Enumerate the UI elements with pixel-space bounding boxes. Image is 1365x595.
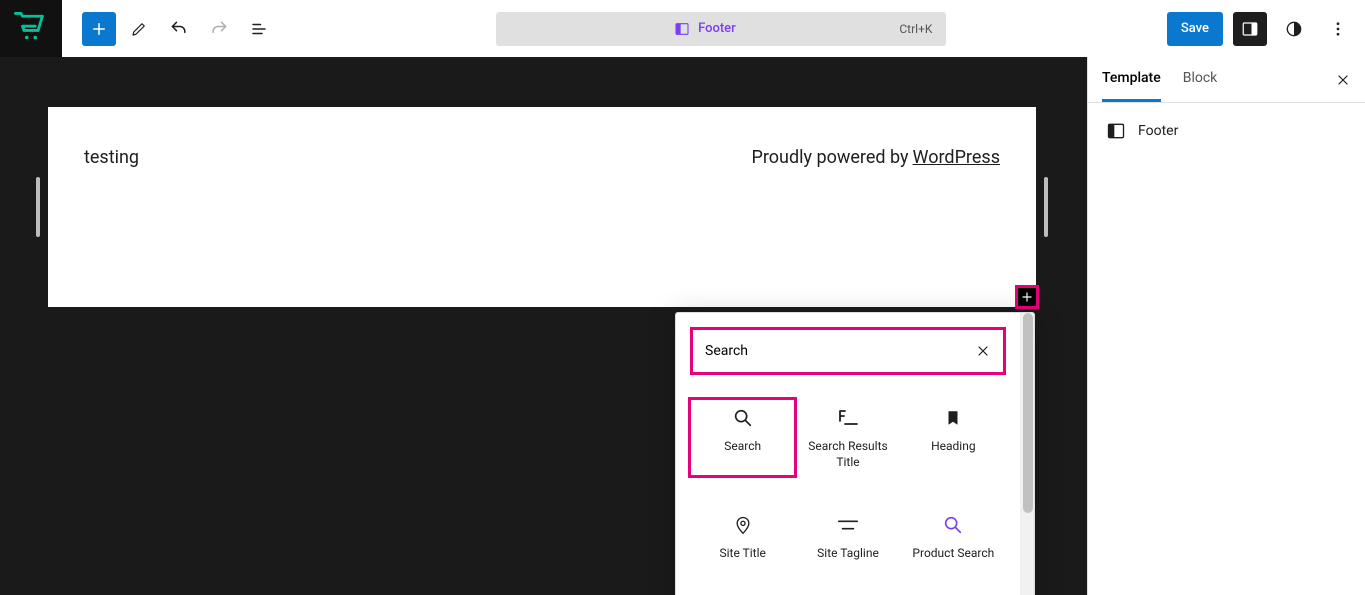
tab-template[interactable]: Template bbox=[1102, 57, 1161, 102]
block-inserter-popover: Search Search Results Title Heading bbox=[675, 312, 1035, 595]
tagline-icon bbox=[837, 518, 859, 532]
topbar-left bbox=[0, 0, 276, 57]
search-results-title-icon bbox=[836, 408, 860, 428]
topbar-right: Save bbox=[1167, 12, 1355, 46]
block-label: Search Results Title bbox=[797, 439, 898, 470]
cart-logo-icon bbox=[14, 12, 48, 46]
resize-handle-right[interactable] bbox=[1044, 177, 1048, 237]
command-center-title: Footer bbox=[674, 21, 736, 37]
block-option-site-title[interactable]: Site Title bbox=[690, 506, 795, 568]
add-block-button[interactable] bbox=[82, 12, 116, 46]
undo-button[interactable] bbox=[162, 12, 196, 46]
sidebar-template-info[interactable]: Footer bbox=[1088, 103, 1365, 159]
inline-add-block-button[interactable] bbox=[1015, 285, 1039, 309]
wordpress-link[interactable]: WordPress bbox=[913, 147, 1000, 168]
command-center[interactable]: Footer Ctrl+K bbox=[496, 12, 946, 46]
plus-icon bbox=[90, 20, 108, 38]
inserter-scrollbar[interactable] bbox=[1020, 313, 1034, 595]
tools-button[interactable] bbox=[122, 12, 156, 46]
block-label: Product Search bbox=[912, 546, 994, 562]
editor-canvas[interactable]: testing Proudly powered by WordPress bbox=[0, 57, 1087, 595]
close-icon[interactable] bbox=[975, 343, 991, 359]
block-option-heading[interactable]: Heading bbox=[901, 399, 1006, 476]
pencil-icon bbox=[130, 20, 148, 38]
close-icon[interactable] bbox=[1335, 72, 1351, 88]
search-icon bbox=[732, 407, 754, 429]
inserter-search-box[interactable] bbox=[690, 327, 1006, 375]
block-option-search[interactable]: Search bbox=[690, 399, 795, 476]
styles-button[interactable] bbox=[1277, 12, 1311, 46]
settings-sidebar: Template Block Footer bbox=[1087, 57, 1365, 595]
sidebar-template-label: Footer bbox=[1138, 123, 1178, 139]
options-button[interactable] bbox=[1321, 12, 1355, 46]
redo-icon bbox=[209, 19, 229, 39]
template-name: Footer bbox=[698, 21, 736, 36]
layout-icon bbox=[1106, 121, 1126, 141]
block-option-search-results-title[interactable]: Search Results Title bbox=[795, 399, 900, 476]
shortcut-hint: Ctrl+K bbox=[899, 22, 932, 36]
contrast-icon bbox=[1284, 19, 1304, 39]
inserter-search-input[interactable] bbox=[705, 343, 967, 359]
tab-block[interactable]: Block bbox=[1183, 57, 1218, 102]
bookmark-icon bbox=[944, 409, 962, 427]
layout-icon bbox=[674, 21, 690, 37]
topbar: Footer Ctrl+K Save bbox=[0, 0, 1365, 57]
scrollbar-thumb[interactable] bbox=[1023, 313, 1033, 513]
block-label: Heading bbox=[931, 439, 976, 455]
undo-icon bbox=[169, 19, 189, 39]
block-label: Search bbox=[724, 439, 761, 455]
block-label: Site Tagline bbox=[817, 546, 879, 562]
block-label: Site Title bbox=[719, 546, 765, 562]
footer-template-block[interactable]: testing Proudly powered by WordPress bbox=[48, 107, 1036, 307]
list-icon bbox=[250, 20, 268, 38]
block-option-site-tagline[interactable]: Site Tagline bbox=[795, 506, 900, 568]
redo-button[interactable] bbox=[202, 12, 236, 46]
powered-prefix: Proudly powered by bbox=[751, 147, 908, 168]
search-icon bbox=[942, 514, 964, 536]
footer-left-text[interactable]: testing bbox=[84, 147, 139, 168]
inserter-results-grid: Search Search Results Title Heading bbox=[690, 399, 1006, 568]
sidebar-tabs: Template Block bbox=[1088, 57, 1365, 103]
resize-handle-left[interactable] bbox=[36, 177, 40, 237]
document-overview-button[interactable] bbox=[242, 12, 276, 46]
site-logo[interactable] bbox=[0, 0, 62, 57]
more-vertical-icon bbox=[1329, 20, 1347, 38]
footer-powered-by[interactable]: Proudly powered by WordPress bbox=[751, 147, 1000, 168]
settings-panel-button[interactable] bbox=[1233, 12, 1267, 46]
panel-icon bbox=[1241, 20, 1259, 38]
block-option-product-search[interactable]: Product Search bbox=[901, 506, 1006, 568]
save-button[interactable]: Save bbox=[1167, 12, 1223, 46]
plus-icon bbox=[1020, 290, 1034, 304]
map-pin-icon bbox=[733, 514, 753, 536]
